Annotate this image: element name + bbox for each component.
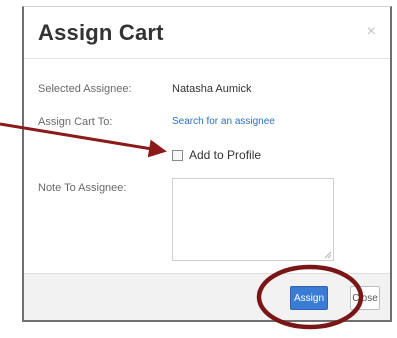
add-to-profile-checkbox[interactable]: [172, 149, 183, 161]
add-to-profile-label: Add to Profile: [189, 148, 262, 162]
dialog-footer: Assign Close: [24, 273, 390, 320]
note-to-assignee-textarea[interactable]: [172, 178, 334, 261]
resize-grip-icon[interactable]: [324, 251, 332, 259]
close-icon[interactable]: ×: [367, 23, 376, 41]
dialog-title: Assign Cart: [38, 20, 164, 45]
selected-assignee-value: Natasha Aumick: [172, 83, 252, 95]
screenshot-stage: Assign Cart × Selected Assignee: Natasha…: [0, 0, 397, 338]
selected-assignee-label: Selected Assignee:: [38, 83, 132, 95]
assign-cart-dialog: Assign Cart × Selected Assignee: Natasha…: [22, 6, 392, 322]
assign-button[interactable]: Assign: [290, 286, 328, 310]
note-to-assignee-label: Note To Assignee:: [38, 182, 127, 194]
close-button[interactable]: Close: [350, 286, 380, 310]
search-assignee-link[interactable]: Search for an assignee: [172, 116, 275, 127]
dialog-header: Assign Cart ×: [24, 7, 390, 59]
assign-cart-to-label: Assign Cart To:: [38, 116, 113, 128]
add-to-profile-option[interactable]: Add to Profile: [172, 148, 261, 162]
